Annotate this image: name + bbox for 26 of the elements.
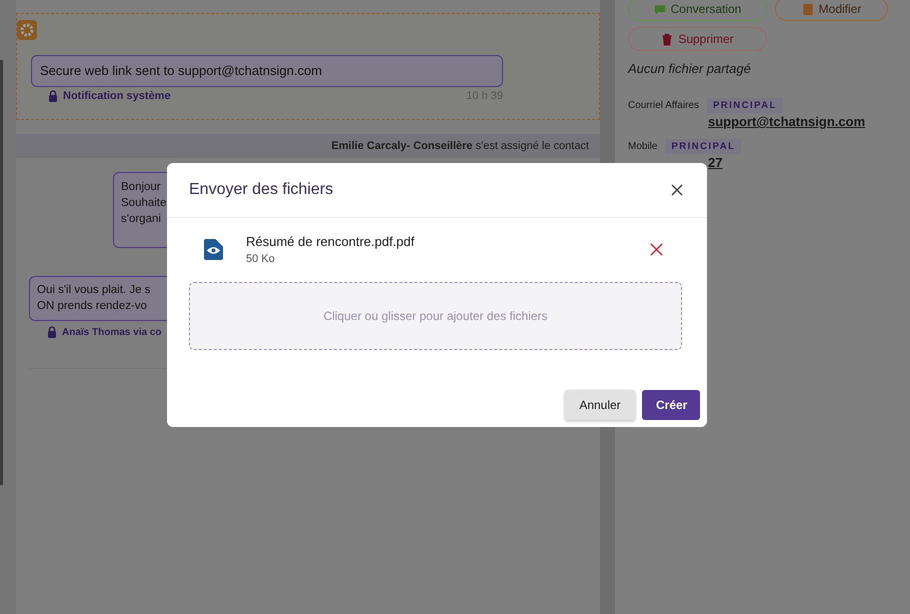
contact-label: Mobile bbox=[628, 141, 658, 152]
chat-bubble-icon bbox=[654, 2, 666, 16]
file-dropzone[interactable]: Cliquer ou glisser pour ajouter des fichiers bbox=[189, 282, 682, 350]
sender-name: Notification système bbox=[63, 90, 171, 102]
file-preview-icon[interactable] bbox=[204, 239, 223, 260]
lock-icon bbox=[48, 90, 58, 102]
close-icon[interactable] bbox=[671, 184, 683, 196]
sender-name: Anaïs Thomas via co bbox=[62, 326, 162, 338]
edit-button[interactable]: Modifier bbox=[775, 0, 888, 21]
remove-icon[interactable] bbox=[650, 243, 663, 256]
trash-icon bbox=[661, 32, 674, 46]
conversation-button[interactable]: Conversation bbox=[628, 0, 767, 21]
message-bubble: Secure web link sent to support@tchatnsign.com bbox=[31, 55, 503, 87]
delete-button[interactable]: Supprimer bbox=[628, 27, 767, 51]
principal-badge: PRINCIPAL bbox=[706, 98, 783, 113]
contact-link[interactable]: 27 bbox=[708, 155, 722, 170]
no-files-note: Aucun fichier partagé bbox=[628, 61, 752, 76]
contact-label: Courriel Affaires bbox=[628, 100, 699, 111]
assignment-notice: Emilie Carcaly- Conseillère s'est assigné le contact bbox=[16, 134, 600, 158]
contact-link[interactable]: support@tchatnsign.com bbox=[708, 114, 866, 129]
lock-icon bbox=[47, 326, 57, 338]
file-name: Résumé de rencontre.pdf.pdf bbox=[246, 234, 414, 249]
principal-badge: PRINCIPAL bbox=[665, 139, 742, 154]
create-button[interactable]: Créer bbox=[642, 390, 700, 420]
cancel-button[interactable]: Annuler bbox=[565, 390, 635, 420]
file-size: 50 Ko bbox=[246, 253, 276, 265]
